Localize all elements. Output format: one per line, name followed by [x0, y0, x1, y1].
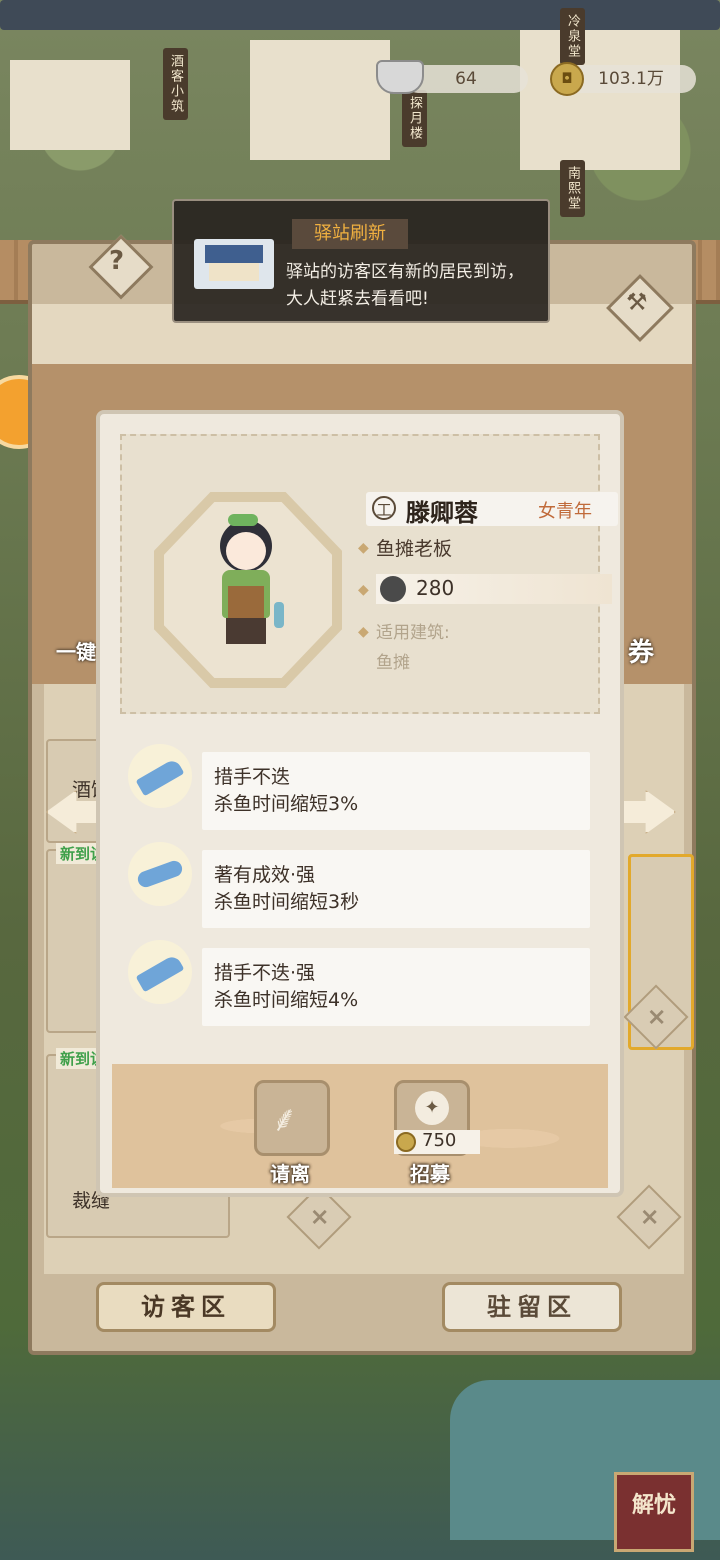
cleaver-icon: [128, 744, 192, 808]
notification-popup[interactable]: 驿站刷新 驿站的访客区有新的居民到访，大人赶紧去看看吧!: [172, 199, 550, 323]
question-icon: ?: [109, 246, 125, 276]
dismiss-button[interactable]: ⸙: [254, 1080, 330, 1156]
building-sign[interactable]: 冷泉堂: [560, 8, 585, 65]
house: [250, 40, 390, 160]
skill-desc: 杀鱼时间缩短4%: [214, 989, 359, 1011]
name-bar: 工 滕卿蓉 女青年: [366, 492, 618, 527]
fish-knife-icon: [128, 842, 192, 906]
notice-title: 驿站刷新: [292, 219, 408, 249]
fish-icon: [274, 602, 284, 628]
relief-button[interactable]: 解忧: [614, 1472, 694, 1552]
skill-card[interactable]: 措手不迭·强 杀鱼时间缩短4%: [202, 948, 590, 1026]
power-value: 280: [416, 576, 455, 600]
skill-desc: 杀鱼时间缩短3秒: [214, 891, 360, 913]
notice-text: 驿站的访客区有新的居民到访，大人赶紧去看看吧!: [286, 262, 524, 309]
skill-title: 著有成效·强: [214, 864, 316, 886]
hand-coin-icon: ✦: [415, 1091, 449, 1125]
rooftops: [0, 0, 720, 30]
dismiss-label: 请离: [270, 1162, 310, 1186]
age-group: 女青年: [538, 501, 592, 522]
ticket-label[interactable]: 券: [628, 632, 654, 669]
building-sign[interactable]: 酒客小筑: [163, 48, 188, 120]
building-sign[interactable]: 探月楼: [402, 90, 427, 147]
tab-visitor-area[interactable]: 访客区: [96, 1282, 276, 1332]
tab-resident-area[interactable]: 驻留区: [442, 1282, 622, 1332]
character-headband: [228, 514, 258, 526]
recruit-cost: 750: [394, 1130, 480, 1154]
building-sign[interactable]: 南熙堂: [560, 160, 585, 217]
cleaver-icon: [128, 940, 192, 1004]
portrait-frame: 工 滕卿蓉 女青年 ◆ 鱼摊老板 ◆ 280 ◆ 适用建筑: 鱼摊: [120, 434, 618, 714]
skill-title: 措手不迭·强: [214, 962, 316, 984]
grade-badge: 工: [372, 496, 396, 520]
bullet-icon: ◆: [358, 582, 369, 598]
close-icon: ×: [309, 1202, 330, 1231]
house: [10, 60, 130, 150]
silver-ingot-icon: [376, 60, 424, 94]
inn-building-icon: [194, 239, 274, 289]
character-face: [226, 532, 266, 570]
character-apron: [228, 586, 264, 622]
power-bar: [376, 574, 612, 604]
octagon-inner: [164, 502, 332, 678]
coin-value: 103.1万: [598, 69, 664, 89]
power-icon: [380, 576, 406, 602]
skill-desc: 杀鱼时间缩短3%: [214, 793, 359, 815]
recruit-cost-value: 750: [422, 1130, 457, 1151]
relief-label: 解忧: [631, 1493, 676, 1518]
occupation: 鱼摊老板: [376, 538, 453, 560]
bullet-icon: ◆: [358, 624, 369, 640]
character-pants: [226, 618, 266, 644]
action-bar: ⸙ 请离 ✦ 750 招募: [112, 1064, 608, 1188]
broom-icon: ⸙: [271, 1099, 299, 1140]
character-detail-card: 工 滕卿蓉 女青年 ◆ 鱼摊老板 ◆ 280 ◆ 适用建筑: 鱼摊 措手不迭 杀…: [96, 410, 624, 1197]
one-click-label[interactable]: 一键: [56, 636, 96, 665]
building-label: 适用建筑:: [376, 623, 450, 643]
house: [520, 30, 680, 170]
copper-coin-icon: [396, 1132, 416, 1152]
close-icon: ×: [646, 1002, 667, 1031]
skill-card[interactable]: 著有成效·强 杀鱼时间缩短3秒: [202, 850, 590, 928]
skill-title: 措手不迭: [214, 766, 291, 788]
recruit-label: 招募: [410, 1162, 450, 1186]
skill-card[interactable]: 措手不迭 杀鱼时间缩短3%: [202, 752, 590, 830]
copper-coin-icon: ◘: [550, 62, 584, 96]
bullet-icon: ◆: [358, 540, 369, 556]
coin-counter: 103.1万: [566, 65, 696, 93]
building-value: 鱼摊: [376, 653, 410, 673]
character-name: 滕卿蓉: [406, 499, 478, 527]
silver-value: 64: [455, 69, 477, 89]
hammer-icon: ⚒: [626, 288, 648, 316]
close-icon: ×: [639, 1202, 660, 1231]
